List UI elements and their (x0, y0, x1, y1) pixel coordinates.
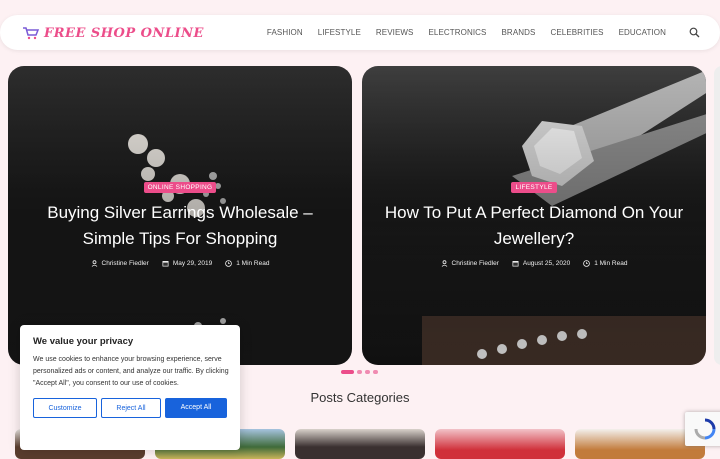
slide-title[interactable]: Buying Silver Earrings Wholesale – Simpl… (30, 200, 330, 252)
nav-item-lifestyle[interactable]: LIFESTYLE (318, 28, 361, 37)
category-thumbnail[interactable] (295, 429, 425, 459)
category-thumbnail[interactable] (435, 429, 565, 459)
search-icon[interactable] (689, 27, 700, 38)
user-icon (91, 260, 97, 267)
slider-dot[interactable] (357, 370, 362, 374)
logo[interactable]: FREE SHOP ONLINE (22, 23, 204, 43)
reject-all-button[interactable]: Reject All (101, 398, 161, 418)
category-badge[interactable]: LIFESTYLE (511, 182, 557, 193)
slide-content: LIFESTYLE How To Put A Perfect Diamond O… (362, 176, 706, 267)
customize-button[interactable]: Customize (33, 398, 97, 418)
slide-title[interactable]: How To Put A Perfect Diamond On Your Jew… (384, 200, 684, 252)
user-icon (441, 260, 447, 267)
cart-icon (23, 27, 40, 40)
cookie-title: We value your privacy (33, 336, 134, 347)
accept-all-button[interactable]: Accept All (165, 398, 227, 418)
nav-item-celebrities[interactable]: CELEBRITIES (550, 28, 603, 37)
nav-item-education[interactable]: EDUCATION (619, 28, 666, 37)
slide-card-diamond[interactable]: LIFESTYLE How To Put A Perfect Diamond O… (362, 66, 706, 365)
nav-item-fashion[interactable]: FASHION (267, 28, 303, 37)
post-date: August 25, 2020 (522, 260, 571, 267)
cookie-description: We use cookies to enhance your browsing … (33, 356, 229, 387)
site-header: FREE SHOP ONLINE FASHION LIFESTYLE REVIE… (0, 15, 720, 50)
calendar-icon (512, 261, 519, 267)
post-read-time: 1 Min Read (594, 260, 628, 267)
post-meta: Christine Fiedler August 25, 2020 1 Min … (362, 260, 706, 267)
slide-card-earrings[interactable]: ONLINE SHOPPING Buying Silver Earrings W… (8, 66, 352, 365)
post-author[interactable]: Christine Fiedler (452, 260, 499, 267)
slide-content: ONLINE SHOPPING Buying Silver Earrings W… (8, 176, 352, 267)
category-badge[interactable]: ONLINE SHOPPING (143, 182, 217, 193)
slider-pagination (341, 370, 378, 374)
slide-card-next-peek[interactable] (714, 66, 720, 365)
post-author[interactable]: Christine Fiedler (102, 260, 149, 267)
cookie-consent-dialog: We value your privacy We use cookies to … (20, 325, 240, 450)
recaptcha-icon (694, 418, 716, 440)
nav-item-electronics[interactable]: ELECTRONICS (429, 28, 487, 37)
post-meta: Christine Fiedler May 29, 2019 1 Min Rea… (8, 260, 352, 267)
slider-dot[interactable] (365, 370, 370, 374)
slider-dot[interactable] (341, 370, 354, 374)
clock-icon (225, 260, 233, 267)
post-date: May 29, 2019 (172, 260, 213, 267)
post-read-time: 1 Min Read (236, 260, 270, 267)
clock-icon (583, 260, 591, 267)
calendar-icon (162, 261, 169, 267)
main-nav: FASHION LIFESTYLE REVIEWS ELECTRONICS BR… (252, 15, 666, 50)
logo-text: FREE SHOP ONLINE (44, 25, 204, 41)
recaptcha-badge[interactable] (685, 412, 720, 446)
nav-item-brands[interactable]: BRANDS (502, 28, 536, 37)
slider-dot[interactable] (373, 370, 378, 374)
nav-item-reviews[interactable]: REVIEWS (376, 28, 414, 37)
